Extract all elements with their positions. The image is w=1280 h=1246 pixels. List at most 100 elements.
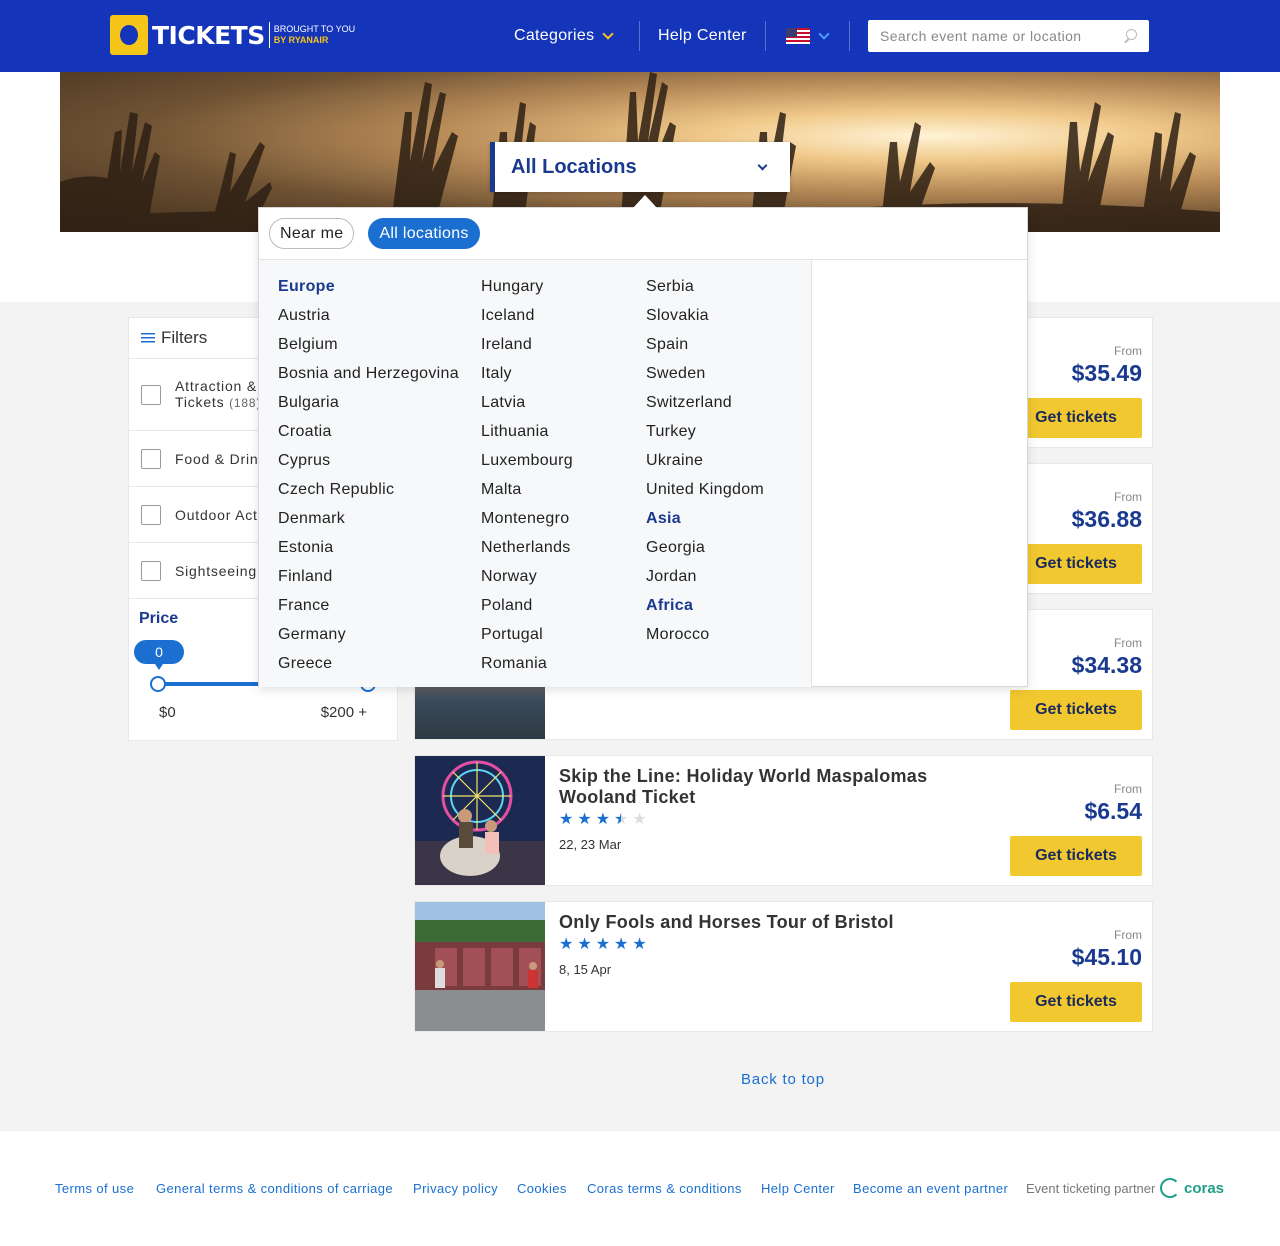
footer-link-privacy[interactable]: Privacy policy xyxy=(413,1181,498,1196)
location-select[interactable]: All Locations xyxy=(490,142,790,192)
location-select-label: All Locations xyxy=(511,155,637,178)
footer-link-coras-terms[interactable]: Coras terms & conditions xyxy=(587,1181,742,1196)
footer-link-cookies[interactable]: Cookies xyxy=(517,1181,567,1196)
location-option[interactable]: Italy xyxy=(481,359,573,388)
from-label: From xyxy=(1114,490,1142,504)
location-option[interactable]: Croatia xyxy=(278,417,459,446)
location-option[interactable]: Ukraine xyxy=(646,446,764,475)
location-option[interactable]: Spain xyxy=(646,330,764,359)
rating-stars: ★ ★ ★ ★ ★ xyxy=(559,812,647,828)
location-option[interactable]: Portugal xyxy=(481,620,573,649)
location-option[interactable]: Lithuania xyxy=(481,417,573,446)
coras-logo[interactable]: coras xyxy=(1160,1178,1224,1198)
star-icon: ★ xyxy=(595,811,611,828)
location-option[interactable]: Poland xyxy=(481,591,573,620)
location-option[interactable]: Finland xyxy=(278,562,459,591)
rating-stars: ★ ★ ★ ★ ★ xyxy=(559,937,647,953)
us-flag-icon xyxy=(786,28,810,44)
event-image[interactable] xyxy=(415,756,545,885)
location-option[interactable]: Malta xyxy=(481,475,573,504)
footer: Terms of use General terms & conditions … xyxy=(0,1131,1280,1246)
filter-label: Attraction & Tickets (188) xyxy=(175,378,261,411)
locale-selector[interactable] xyxy=(786,0,830,72)
location-option[interactable]: Cyprus xyxy=(278,446,459,475)
location-option[interactable]: Montenegro xyxy=(481,504,573,533)
filter-label-line-2: Tickets xyxy=(175,394,225,410)
footer-link-partner[interactable]: Become an event partner xyxy=(853,1181,1008,1196)
location-option[interactable]: Morocco xyxy=(646,620,764,649)
location-option[interactable]: Ireland xyxy=(481,330,573,359)
help-center-link[interactable]: Help Center xyxy=(658,0,747,72)
location-option[interactable]: Latvia xyxy=(481,388,573,417)
from-label: From xyxy=(1114,782,1142,796)
checkbox[interactable] xyxy=(141,560,161,581)
location-option[interactable]: Switzerland xyxy=(646,388,764,417)
location-option[interactable]: Bosnia and Herzegovina xyxy=(278,359,459,388)
footer-link-help[interactable]: Help Center xyxy=(761,1181,835,1196)
footer-link-terms[interactable]: Terms of use xyxy=(55,1181,134,1196)
event-image[interactable] xyxy=(415,902,545,1031)
location-option[interactable]: Norway xyxy=(481,562,573,591)
filter-label-line-1: Attraction & xyxy=(175,378,257,394)
location-option[interactable]: Belgium xyxy=(278,330,459,359)
search-input[interactable] xyxy=(880,28,1123,44)
checkbox[interactable] xyxy=(141,504,161,525)
get-tickets-button[interactable]: Get tickets xyxy=(1010,398,1142,438)
get-tickets-button[interactable]: Get tickets xyxy=(1010,836,1142,876)
location-list: Europe Austria Belgium Bosnia and Herzegovi… xyxy=(259,260,812,687)
coras-brand: coras xyxy=(1184,1179,1225,1197)
footer-link-carriage[interactable]: General terms & conditions of carriage xyxy=(156,1181,393,1196)
event-title[interactable]: Skip the Line: Holiday World Maspalomas … xyxy=(559,766,1009,808)
star-icon: ★ xyxy=(577,811,592,828)
location-option[interactable]: Turkey xyxy=(646,417,764,446)
event-price: $45.10 xyxy=(1071,944,1142,970)
location-option[interactable]: France xyxy=(278,591,459,620)
price-max-label: $200 + xyxy=(320,704,367,721)
back-to-top-link[interactable]: Back to top xyxy=(741,1071,825,1088)
event-card[interactable]: Only Fools and Horses Tour of Bristol ★ … xyxy=(414,901,1153,1032)
location-option[interactable]: Greece xyxy=(278,649,459,678)
event-price: $35.49 xyxy=(1071,360,1142,386)
search-icon[interactable] xyxy=(1123,29,1137,43)
price-title: Price xyxy=(139,610,179,627)
location-column: Europe Austria Belgium Bosnia and Herzegovi… xyxy=(278,272,459,678)
event-date: 8, 15 Apr xyxy=(559,962,612,977)
logo-tagline: BROUGHT TO YOU BY RYANAIR xyxy=(274,24,355,46)
location-option[interactable]: Denmark xyxy=(278,504,459,533)
location-option[interactable]: Slovakia xyxy=(646,301,764,330)
get-tickets-button[interactable]: Get tickets xyxy=(1010,544,1142,584)
location-option[interactable]: Germany xyxy=(278,620,459,649)
location-option[interactable]: United Kingdom xyxy=(646,475,764,504)
location-option[interactable]: Austria xyxy=(278,301,459,330)
location-option[interactable]: Romania xyxy=(481,649,573,678)
location-option[interactable]: Bulgaria xyxy=(278,388,459,417)
location-option[interactable]: Luxembourg xyxy=(481,446,573,475)
location-option[interactable]: Serbia xyxy=(646,272,764,301)
location-option[interactable]: Netherlands xyxy=(481,533,573,562)
event-title[interactable]: Only Fools and Horses Tour of Bristol xyxy=(559,912,1009,933)
categories-menu[interactable]: Categories xyxy=(514,0,615,72)
get-tickets-button[interactable]: Get tickets xyxy=(1010,982,1142,1022)
from-label: From xyxy=(1114,344,1142,358)
checkbox[interactable] xyxy=(141,384,161,405)
location-option[interactable]: Sweden xyxy=(646,359,764,388)
price-slider-min-handle[interactable] xyxy=(150,676,166,692)
logo-tagline-line-2: BY RYANAIR xyxy=(273,35,329,45)
tickets-logo[interactable]: TICKETS BROUGHT TO YOU BY RYANAIR xyxy=(110,14,355,56)
event-price: $6.54 xyxy=(1084,798,1142,824)
location-option[interactable]: Hungary xyxy=(481,272,573,301)
location-option[interactable]: Georgia xyxy=(646,533,764,562)
event-price: $34.38 xyxy=(1071,652,1142,678)
sliders-icon xyxy=(141,332,155,344)
all-locations-pill[interactable]: All locations xyxy=(368,218,480,249)
location-option[interactable]: Jordan xyxy=(646,562,764,591)
location-option[interactable]: Estonia xyxy=(278,533,459,562)
location-option[interactable]: Czech Republic xyxy=(278,475,459,504)
coras-icon xyxy=(1160,1178,1180,1198)
location-option[interactable]: Iceland xyxy=(481,301,573,330)
checkbox[interactable] xyxy=(141,448,161,469)
location-region-heading: Asia xyxy=(646,510,681,527)
near-me-pill[interactable]: Near me xyxy=(269,218,355,249)
event-card[interactable]: Skip the Line: Holiday World Maspalomas … xyxy=(414,755,1153,886)
get-tickets-button[interactable]: Get tickets xyxy=(1010,690,1142,730)
